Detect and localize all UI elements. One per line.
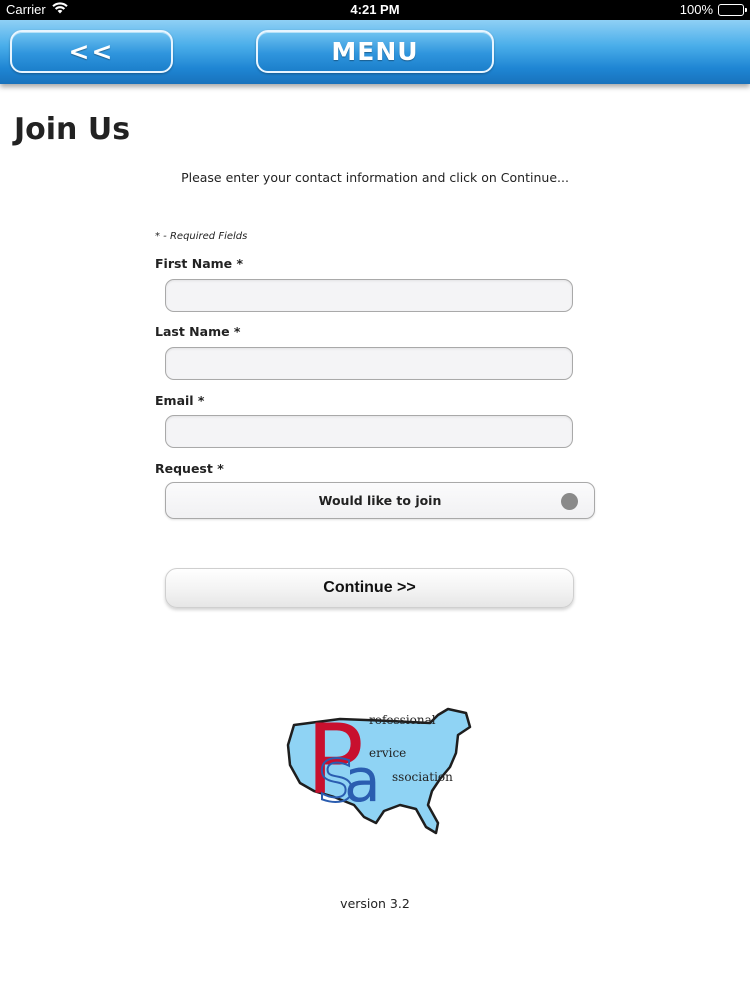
version-label: version 3.2 [340,896,410,911]
email-input[interactable] [165,415,573,448]
status-right: 100% [679,2,747,17]
required-fields-note: * - Required Fields [155,231,248,242]
request-label: Request * [155,461,224,476]
menu-button[interactable]: MENU [256,30,494,73]
battery-percent: 100% [679,2,713,17]
logo-word-service: ervice [369,746,406,760]
status-time: 4:21 PM [350,2,400,17]
last-name-input[interactable] [165,347,573,380]
request-selected-value: Would like to join [318,493,442,508]
logo-word-professional: rofessional [369,713,436,727]
first-name-input[interactable] [165,279,573,312]
battery-icon [718,3,747,16]
logo-word-association: ssociation [392,770,453,784]
psa-logo: P S a rofessional ervice ssociation [286,705,472,835]
back-button[interactable]: << [10,30,173,73]
page-title: Join Us [14,112,131,147]
email-label: Email * [155,393,205,408]
instructions-text: Please enter your contact information an… [181,170,569,185]
nav-bar: << MENU [0,20,750,84]
first-name-label: First Name * [155,256,244,271]
request-select[interactable]: Would like to join [165,482,595,519]
select-indicator-icon [561,493,578,510]
status-bar: Carrier 4:21 PM 100% [0,0,750,20]
last-name-label: Last Name * [155,324,241,339]
continue-button[interactable]: Continue >> [165,568,574,608]
